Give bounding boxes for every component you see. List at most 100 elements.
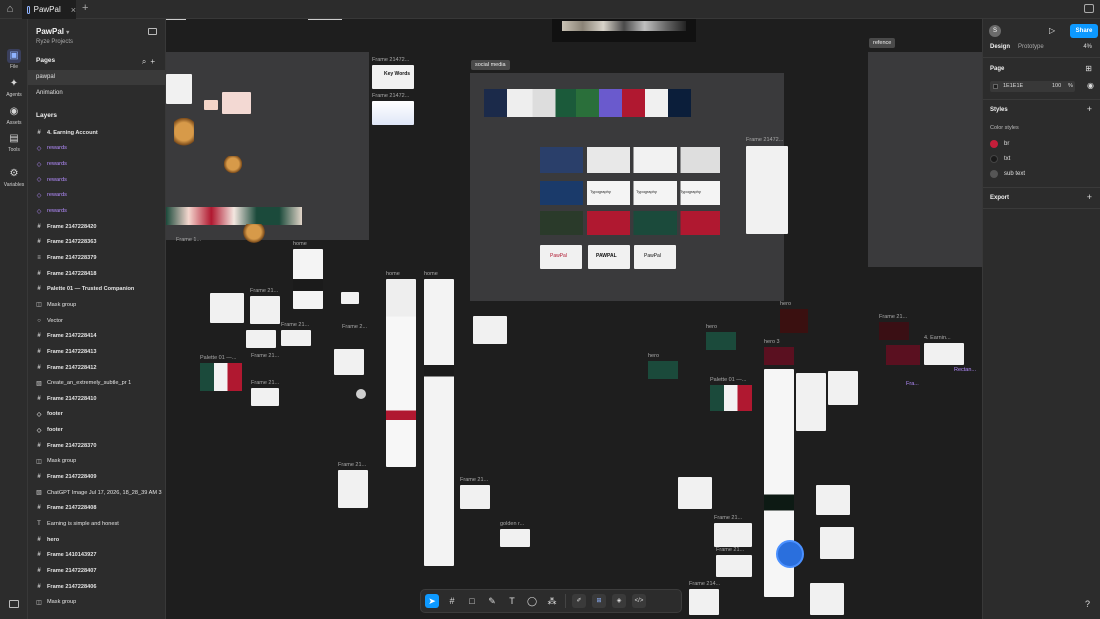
rectangle-tool-button[interactable]: □ xyxy=(465,594,479,608)
frame-label[interactable]: hero 3 xyxy=(764,339,780,345)
frame-label[interactable]: home xyxy=(293,241,307,247)
frame-card[interactable] xyxy=(372,101,414,125)
pawpal-logo-card[interactable]: PawPal xyxy=(634,245,676,269)
close-tab-icon[interactable]: × xyxy=(71,5,76,15)
design-mode-button[interactable]: ⊞ xyxy=(592,594,606,608)
hero-frame[interactable] xyxy=(706,332,736,350)
frame-card[interactable] xyxy=(886,345,920,365)
frame-card[interactable] xyxy=(714,523,752,547)
draw-mode-button[interactable]: ✐ xyxy=(572,594,586,608)
pawpal-logo-card[interactable]: PawPal xyxy=(540,245,582,269)
hero-frame[interactable] xyxy=(648,361,678,379)
home-frame-tall[interactable] xyxy=(424,279,454,566)
window-layout-icon[interactable] xyxy=(1084,4,1094,13)
frame-label[interactable]: Frame 21... xyxy=(250,288,278,294)
keyboard-icon[interactable] xyxy=(9,600,19,608)
eye-icon[interactable]: ◉ xyxy=(1087,81,1094,90)
frame-card[interactable] xyxy=(281,330,311,346)
frame-label[interactable]: Fra... xyxy=(906,381,919,387)
layer-item[interactable]: ≡ Frame 2147228379 xyxy=(28,250,165,266)
layer-item[interactable]: # Frame 2147228370 xyxy=(28,438,165,454)
frame-label[interactable]: Frame 2... xyxy=(342,324,367,330)
actions-tool-button[interactable]: ⁂ xyxy=(545,594,559,608)
frame-label[interactable]: Frame 21472... xyxy=(372,93,409,99)
rail-tools[interactable]: ▤ Tools xyxy=(0,132,28,153)
hero-frame[interactable] xyxy=(780,309,808,333)
layer-item[interactable]: # Frame 2147228418 xyxy=(28,266,165,282)
frame-label[interactable]: hero xyxy=(648,353,659,359)
pen-tool-button[interactable]: ✎ xyxy=(485,594,499,608)
frame-card[interactable] xyxy=(879,322,909,340)
frame-label[interactable]: Frame 21... xyxy=(460,477,488,483)
color-swatch[interactable] xyxy=(993,84,998,89)
dev-mode-button[interactable]: </> xyxy=(632,594,646,608)
layer-item[interactable]: # Frame 2147228409 xyxy=(28,469,165,485)
frame-label[interactable]: Palette 01 —... xyxy=(710,377,746,383)
keywords-card[interactable]: Key Words xyxy=(372,65,414,89)
frame-label[interactable]: Frame 21... xyxy=(879,314,907,320)
tab-design[interactable]: Design xyxy=(990,44,1010,50)
share-button[interactable]: Share xyxy=(1070,24,1098,38)
home-icon[interactable]: ⌂ xyxy=(4,3,16,15)
frame-card[interactable] xyxy=(689,589,719,615)
frame-card[interactable] xyxy=(341,292,359,304)
layer-item[interactable]: ◇ rewards xyxy=(28,141,165,157)
add-style-icon[interactable]: + xyxy=(1087,104,1092,114)
layer-item[interactable]: ◇ rewards xyxy=(28,156,165,172)
frame-card[interactable] xyxy=(246,330,276,348)
frame-label[interactable]: hero xyxy=(706,324,717,330)
add-page-icon[interactable]: + xyxy=(150,57,159,66)
frame-label[interactable]: Frame 21... xyxy=(281,322,309,328)
frame-label[interactable]: Rectan... xyxy=(954,367,976,373)
layer-item[interactable]: #4. Earning Account xyxy=(28,125,165,141)
frame-card[interactable] xyxy=(828,371,858,405)
palette-frame[interactable] xyxy=(200,363,242,391)
frame-label[interactable]: Frame 21... xyxy=(338,462,366,468)
present-icon[interactable]: ▷ xyxy=(1049,26,1055,35)
file-tab[interactable]: PawPal × xyxy=(22,0,76,19)
help-button[interactable]: ? xyxy=(1085,599,1090,609)
home-frame[interactable] xyxy=(293,249,323,309)
refence-tag[interactable]: refence xyxy=(869,38,896,48)
color-style-txt[interactable]: txt xyxy=(990,155,1010,163)
top-frame-dark[interactable] xyxy=(552,19,696,42)
canvas[interactable]: Frame 21472... Key Words Frame 21472... … xyxy=(166,19,982,619)
layer-item[interactable]: ▧ Create_an_extremely_subtle_pr 1 xyxy=(28,375,165,391)
tab-prototype[interactable]: Prototype xyxy=(1018,44,1044,50)
frame-card[interactable] xyxy=(816,485,850,515)
frame-label[interactable]: Frame 214... xyxy=(689,581,720,587)
frame-card[interactable] xyxy=(338,470,368,508)
frame-label[interactable]: Frame 21... xyxy=(251,353,279,359)
frame-label[interactable]: Palette 01 —... xyxy=(200,355,236,361)
new-tab-button[interactable]: + xyxy=(82,2,88,14)
layer-item[interactable]: ○ Vector xyxy=(28,313,165,329)
frame-card[interactable] xyxy=(251,388,279,406)
layer-item[interactable]: ▧ ChatGPT Image Jul 17, 2026, 18_28_39 AM… xyxy=(28,485,165,501)
palette-frame[interactable] xyxy=(710,385,752,411)
frame-card[interactable] xyxy=(716,555,752,577)
layer-item[interactable]: # Frame 2147228407 xyxy=(28,563,165,579)
color-style-br[interactable]: br xyxy=(990,140,1009,148)
frame-card[interactable] xyxy=(210,293,244,323)
frame-label[interactable]: home xyxy=(386,271,400,277)
home-frame-tall[interactable] xyxy=(386,279,416,467)
pawpal-logo-card[interactable]: PAWPAL xyxy=(588,245,630,269)
layer-item[interactable]: ◇ rewards xyxy=(28,203,165,219)
rail-agents[interactable]: ✦ Agents xyxy=(0,77,28,98)
layer-item[interactable]: # Frame 2147228406 xyxy=(28,579,165,595)
layer-item[interactable]: # Frame 2147228420 xyxy=(28,219,165,235)
page-color-input[interactable]: 1E1E1E 100 % xyxy=(990,81,1075,92)
layer-item[interactable]: T Earning is simple and honest xyxy=(28,516,165,532)
layer-item[interactable]: # Frame 2147228412 xyxy=(28,360,165,376)
board-left[interactable] xyxy=(166,52,369,244)
layer-item[interactable]: ◇ footer xyxy=(28,422,165,438)
frame-card[interactable] xyxy=(678,477,712,509)
hero-frame[interactable] xyxy=(764,347,794,365)
comment-tool-button[interactable]: ◯ xyxy=(525,594,539,608)
add-export-icon[interactable]: + xyxy=(1087,192,1092,202)
layer-item[interactable]: # Frame 2147228414 xyxy=(28,328,165,344)
frame-card[interactable] xyxy=(820,527,854,559)
frame-label[interactable]: home xyxy=(424,271,438,277)
layer-item[interactable]: ◫ Mask group xyxy=(28,297,165,313)
frame-card[interactable] xyxy=(334,349,364,375)
